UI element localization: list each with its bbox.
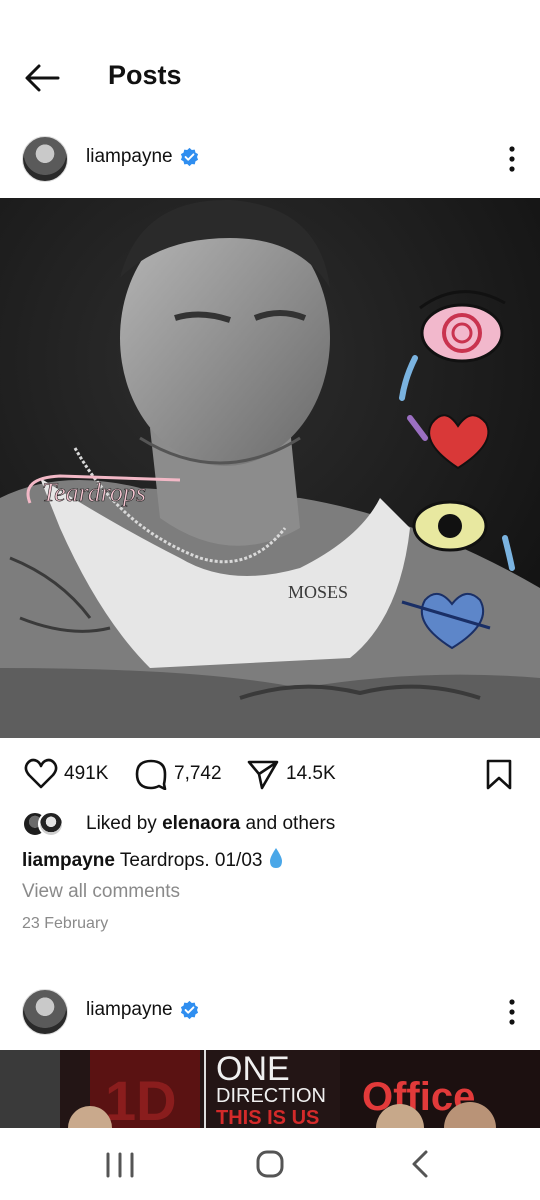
post-actions: 491K 7,742 14.5K xyxy=(0,752,540,796)
home-button[interactable] xyxy=(250,1146,290,1182)
comment-button[interactable]: 7,742 xyxy=(134,758,222,790)
post-image[interactable]: 1D ONE DIRECTION THIS IS US Office xyxy=(0,1050,540,1128)
post-photo: 1D ONE DIRECTION THIS IS US Office xyxy=(0,1050,540,1128)
page-title: Posts xyxy=(108,60,182,90)
post-image[interactable]: MOSES Teardrops xyxy=(0,198,540,738)
avatar xyxy=(38,811,64,837)
liked-by-user[interactable]: elenaora xyxy=(162,813,240,835)
comment-count: 7,742 xyxy=(174,763,222,784)
svg-text:THIS IS US: THIS IS US xyxy=(216,1107,319,1128)
svg-text:ONE: ONE xyxy=(216,1050,290,1088)
liked-by-avatars xyxy=(22,810,76,838)
comment-bubble-icon xyxy=(135,759,167,790)
svg-text:Teardrops: Teardrops xyxy=(42,478,146,507)
post-photo: MOSES Teardrops xyxy=(0,198,540,738)
verified-badge-icon xyxy=(180,1000,199,1020)
more-options-button[interactable] xyxy=(506,144,518,174)
send-icon xyxy=(247,760,279,790)
system-back-button[interactable] xyxy=(400,1146,440,1182)
system-navigation-bar xyxy=(0,1128,540,1200)
svg-text:1D: 1D xyxy=(105,1069,177,1128)
svg-text:DIRECTION: DIRECTION xyxy=(216,1085,326,1107)
liked-by-prefix: Liked by xyxy=(86,813,157,834)
post-header: liampayne xyxy=(0,977,540,1047)
share-count: 14.5K xyxy=(286,763,336,784)
view-all-comments-link[interactable]: View all comments xyxy=(22,881,180,903)
save-button[interactable] xyxy=(484,758,514,790)
heart-icon xyxy=(24,758,58,789)
home-icon xyxy=(256,1150,284,1178)
post-date: 23 February xyxy=(22,915,109,932)
recent-apps-icon xyxy=(106,1152,134,1178)
share-button[interactable]: 14.5K xyxy=(246,758,336,790)
back-button[interactable] xyxy=(22,62,62,94)
avatar[interactable] xyxy=(22,136,68,182)
post-username[interactable]: liampayne xyxy=(86,999,173,1021)
liked-by-suffix: and others xyxy=(245,813,336,834)
post-header: liampayne xyxy=(0,124,540,194)
arrow-left-icon xyxy=(25,64,60,92)
caption-text: Teardrops. 01/03 xyxy=(119,850,263,871)
caption-username[interactable]: liampayne xyxy=(22,850,115,871)
verified-badge-icon xyxy=(180,147,199,167)
svg-text:MOSES: MOSES xyxy=(288,582,348,602)
like-count: 491K xyxy=(64,763,109,784)
top-app-bar: Posts xyxy=(0,40,540,116)
water-drop-icon xyxy=(270,848,283,868)
more-vertical-icon xyxy=(509,146,515,172)
avatar[interactable] xyxy=(22,989,68,1035)
post-caption: liampayne Teardrops. 01/03 xyxy=(22,847,284,872)
chevron-left-icon xyxy=(412,1150,428,1178)
liked-by-row[interactable]: Liked by elenaora and others xyxy=(22,810,335,838)
more-options-button[interactable] xyxy=(506,997,518,1027)
more-vertical-icon xyxy=(509,999,515,1025)
bookmark-icon xyxy=(486,759,512,790)
recent-apps-button[interactable] xyxy=(100,1146,140,1182)
like-button[interactable]: 491K xyxy=(24,758,108,790)
post-username[interactable]: liampayne xyxy=(86,146,173,168)
